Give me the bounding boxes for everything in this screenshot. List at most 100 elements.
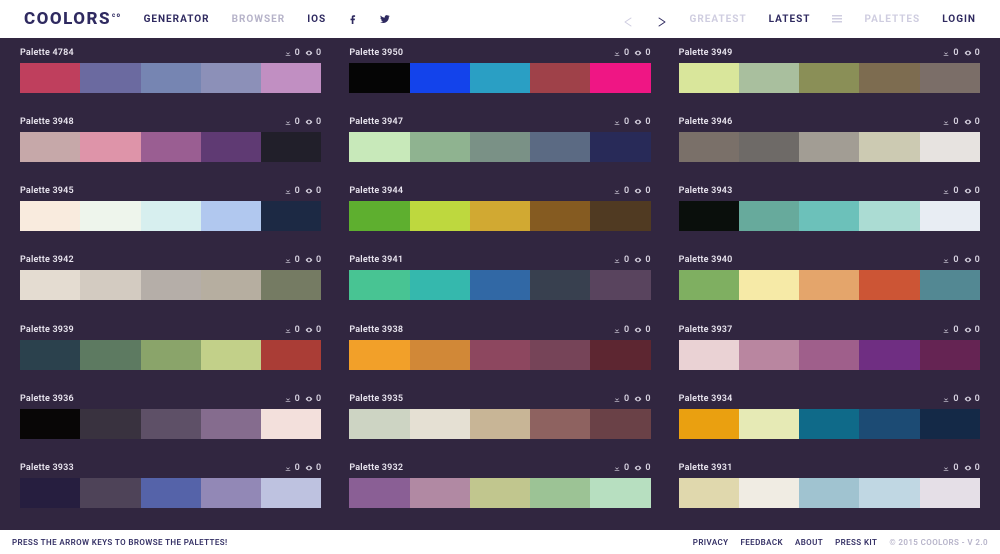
swatch[interactable]: [920, 409, 980, 439]
swatch[interactable]: [920, 270, 980, 300]
twitter-icon[interactable]: [380, 14, 390, 24]
download-stat[interactable]: 0: [942, 117, 958, 127]
swatch[interactable]: [859, 63, 919, 93]
swatch[interactable]: [590, 340, 650, 370]
download-stat[interactable]: 0: [942, 463, 958, 473]
swatch[interactable]: [920, 132, 980, 162]
swatch[interactable]: [80, 340, 140, 370]
swatch[interactable]: [679, 201, 739, 231]
swatch[interactable]: [410, 132, 470, 162]
download-stat[interactable]: 0: [613, 463, 629, 473]
download-stat[interactable]: 0: [284, 394, 300, 404]
swatch[interactable]: [739, 132, 799, 162]
swatch[interactable]: [859, 201, 919, 231]
palette-card[interactable]: Palette 394800: [20, 117, 321, 184]
sort-greatest[interactable]: GREATEST: [690, 14, 747, 25]
swatch[interactable]: [20, 132, 80, 162]
download-stat[interactable]: 0: [942, 48, 958, 58]
footer-feedback[interactable]: FEEDBACK: [740, 538, 783, 547]
download-stat[interactable]: 0: [284, 117, 300, 127]
palette-card[interactable]: Palette 394300: [679, 186, 980, 253]
swatch[interactable]: [679, 409, 739, 439]
swatch[interactable]: [410, 409, 470, 439]
download-stat[interactable]: 0: [613, 48, 629, 58]
palette-card[interactable]: Palette 393100: [679, 463, 980, 530]
swatch[interactable]: [80, 478, 140, 508]
swatch[interactable]: [261, 63, 321, 93]
logo[interactable]: COOLORSco: [24, 9, 122, 29]
download-stat[interactable]: 0: [613, 394, 629, 404]
swatch[interactable]: [679, 132, 739, 162]
view-stat[interactable]: 0: [305, 117, 321, 127]
swatch[interactable]: [261, 132, 321, 162]
palette-card[interactable]: Palette 393300: [20, 463, 321, 530]
swatch[interactable]: [80, 201, 140, 231]
swatch[interactable]: [530, 201, 590, 231]
palette-card[interactable]: Palette 394600: [679, 117, 980, 184]
swatch[interactable]: [799, 201, 859, 231]
swatch[interactable]: [470, 132, 530, 162]
view-stat[interactable]: 0: [634, 394, 650, 404]
swatch[interactable]: [410, 340, 470, 370]
swatch[interactable]: [859, 132, 919, 162]
swatch[interactable]: [349, 132, 409, 162]
download-stat[interactable]: 0: [284, 186, 300, 196]
swatch[interactable]: [799, 478, 859, 508]
swatch[interactable]: [590, 478, 650, 508]
swatch[interactable]: [201, 340, 261, 370]
swatch[interactable]: [261, 478, 321, 508]
swatch[interactable]: [261, 409, 321, 439]
view-stat[interactable]: 0: [964, 48, 980, 58]
swatch[interactable]: [679, 340, 739, 370]
swatch[interactable]: [141, 132, 201, 162]
swatch[interactable]: [141, 63, 201, 93]
swatch[interactable]: [20, 201, 80, 231]
nav-generator[interactable]: GENERATOR: [144, 14, 210, 25]
swatch[interactable]: [141, 201, 201, 231]
swatch[interactable]: [20, 478, 80, 508]
swatch[interactable]: [530, 270, 590, 300]
swatch[interactable]: [470, 340, 530, 370]
swatch[interactable]: [349, 63, 409, 93]
swatch[interactable]: [530, 478, 590, 508]
swatch[interactable]: [739, 409, 799, 439]
swatch[interactable]: [799, 63, 859, 93]
footer-presskit[interactable]: PRESS KIT: [835, 538, 877, 547]
nav-login[interactable]: LOGIN: [942, 14, 976, 25]
swatch[interactable]: [470, 409, 530, 439]
swatch[interactable]: [590, 201, 650, 231]
palettes-menu-icon[interactable]: [832, 15, 842, 23]
palette-card[interactable]: Palette 395000: [349, 48, 650, 115]
palette-card[interactable]: Palette 393200: [349, 463, 650, 530]
palette-card[interactable]: Palette 393500: [349, 394, 650, 461]
swatch[interactable]: [141, 478, 201, 508]
swatch[interactable]: [201, 478, 261, 508]
swatch[interactable]: [470, 201, 530, 231]
view-stat[interactable]: 0: [964, 117, 980, 127]
swatch[interactable]: [349, 201, 409, 231]
view-stat[interactable]: 0: [964, 325, 980, 335]
swatch[interactable]: [80, 63, 140, 93]
swatch[interactable]: [201, 201, 261, 231]
swatch[interactable]: [349, 478, 409, 508]
swatch[interactable]: [470, 478, 530, 508]
download-stat[interactable]: 0: [613, 186, 629, 196]
palette-card[interactable]: Palette 394500: [20, 186, 321, 253]
swatch[interactable]: [530, 63, 590, 93]
swatch[interactable]: [349, 340, 409, 370]
nav-ios[interactable]: IOS: [307, 14, 326, 25]
view-stat[interactable]: 0: [305, 325, 321, 335]
download-stat[interactable]: 0: [942, 394, 958, 404]
swatch[interactable]: [261, 270, 321, 300]
swatch[interactable]: [799, 270, 859, 300]
swatch[interactable]: [349, 270, 409, 300]
swatch[interactable]: [679, 270, 739, 300]
palette-card[interactable]: Palette 478400: [20, 48, 321, 115]
sort-latest[interactable]: LATEST: [769, 14, 811, 25]
download-stat[interactable]: 0: [284, 325, 300, 335]
swatch[interactable]: [201, 270, 261, 300]
palette-card[interactable]: Palette 394100: [349, 255, 650, 322]
swatch[interactable]: [80, 132, 140, 162]
swatch[interactable]: [349, 409, 409, 439]
swatch[interactable]: [739, 201, 799, 231]
